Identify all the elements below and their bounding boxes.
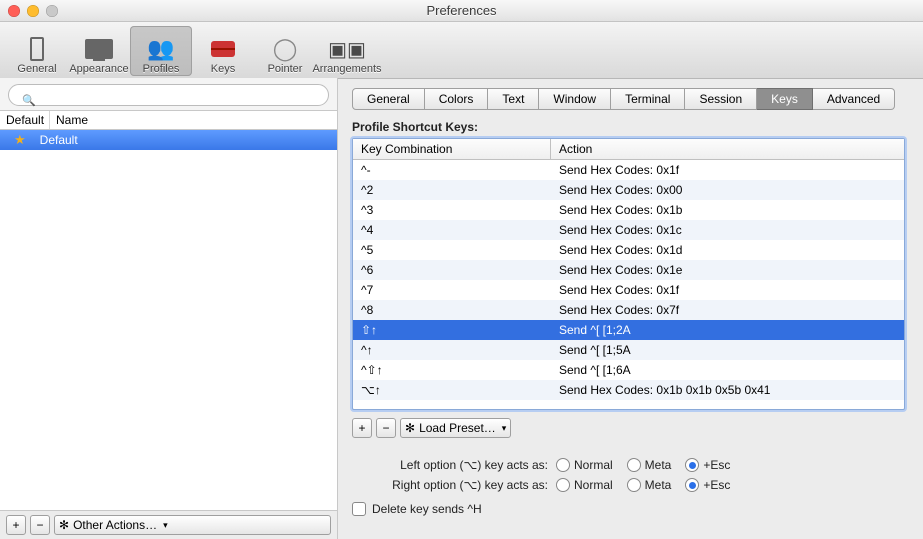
right-option-meta[interactable]: Meta <box>627 478 672 492</box>
col-key-combo[interactable]: Key Combination <box>353 139 551 159</box>
table-row[interactable]: ^4Send Hex Codes: 0x1c <box>353 220 904 240</box>
profile-list-header: Default Name <box>0 110 337 130</box>
cell-key: ⇧↑ <box>353 323 551 337</box>
tab-general[interactable]: General <box>352 88 425 110</box>
table-row[interactable]: ^8Send Hex Codes: 0x7f <box>353 300 904 320</box>
other-actions-menu[interactable]: ✻ Other Actions… ▾ <box>54 515 331 535</box>
tab-colors[interactable]: Colors <box>425 88 489 110</box>
cell-action: Send Hex Codes: 0x1d <box>551 243 904 257</box>
cell-action: Send Hex Codes: 0x1b 0x1b 0x5b 0x41 <box>551 383 904 397</box>
left-option-normal[interactable]: Normal <box>556 458 613 472</box>
table-row[interactable]: ^5Send Hex Codes: 0x1d <box>353 240 904 260</box>
table-row[interactable]: ^-Send Hex Codes: 0x1f <box>353 160 904 180</box>
cell-key: ^4 <box>353 223 551 237</box>
table-row[interactable]: ⌥↑Send Hex Codes: 0x1b 0x1b 0x5b 0x41 <box>353 380 904 400</box>
right-option-radios: Normal Meta +Esc <box>556 478 730 492</box>
cell-key: ^7 <box>353 283 551 297</box>
toolbar-label: General <box>17 63 56 75</box>
keys-icon <box>207 35 239 63</box>
table-row[interactable]: ^↑Send ^[ [1;5A <box>353 340 904 360</box>
cell-key: ^⇧↑ <box>353 363 551 377</box>
left-option-label: Left option (⌥) key acts as: <box>352 458 556 472</box>
tab-window[interactable]: Window <box>539 88 611 110</box>
cell-key: ^6 <box>353 263 551 277</box>
right-option-esc[interactable]: +Esc <box>685 478 730 492</box>
profile-row[interactable]: ★ Default <box>0 130 337 150</box>
toolbar-label: Keys <box>211 63 235 75</box>
cell-action: Send ^[ [1;5A <box>551 343 904 357</box>
toolbar-label: Arrangements <box>312 63 381 75</box>
tab-terminal[interactable]: Terminal <box>611 88 685 110</box>
add-profile-button[interactable]: + <box>6 515 26 535</box>
toolbar-label: Appearance <box>69 63 128 75</box>
toolbar-appearance[interactable]: Appearance <box>68 26 130 76</box>
add-shortcut-button[interactable]: + <box>352 418 372 438</box>
table-row[interactable]: ^3Send Hex Codes: 0x1b <box>353 200 904 220</box>
cell-key: ^2 <box>353 183 551 197</box>
left-option-meta[interactable]: Meta <box>627 458 672 472</box>
load-preset-label: Load Preset… <box>419 421 496 435</box>
right-option-normal[interactable]: Normal <box>556 478 613 492</box>
tab-text[interactable]: Text <box>488 88 539 110</box>
table-row[interactable]: ^6Send Hex Codes: 0x1e <box>353 260 904 280</box>
cell-action: Send Hex Codes: 0x1f <box>551 283 904 297</box>
cell-action: Send Hex Codes: 0x7f <box>551 303 904 317</box>
profiles-icon: 👥 <box>145 35 177 63</box>
delete-sends-checkbox[interactable] <box>352 502 366 516</box>
gear-icon: ✻ <box>59 518 69 532</box>
toolbar-general[interactable]: General <box>6 26 68 76</box>
tab-advanced[interactable]: Advanced <box>813 88 895 110</box>
toolbar-pointer[interactable]: ◯Pointer <box>254 26 316 76</box>
remove-profile-button[interactable]: − <box>30 515 50 535</box>
profile-name: Default <box>40 133 78 147</box>
toolbar-label: Pointer <box>268 63 303 75</box>
toolbar-arrangements[interactable]: ▣▣Arrangements <box>316 26 378 76</box>
profile-list: ★ Default <box>0 130 337 510</box>
cell-action: Send Hex Codes: 0x1b <box>551 203 904 217</box>
cell-action: Send Hex Codes: 0x1e <box>551 263 904 277</box>
gear-icon: ✻ <box>405 421 415 435</box>
pointer-icon: ◯ <box>269 35 301 63</box>
col-action[interactable]: Action <box>551 139 904 159</box>
other-actions-label: Other Actions… <box>73 518 157 532</box>
search-input[interactable] <box>8 84 329 106</box>
table-row[interactable]: ^2Send Hex Codes: 0x00 <box>353 180 904 200</box>
col-name: Name <box>50 111 337 129</box>
table-row[interactable]: ^7Send Hex Codes: 0x1f <box>353 280 904 300</box>
cell-key: ^8 <box>353 303 551 317</box>
window-title: Preferences <box>0 3 923 18</box>
load-preset-menu[interactable]: ✻ Load Preset… ▾ <box>400 418 511 438</box>
cell-action: Send Hex Codes: 0x1f <box>551 163 904 177</box>
cell-key: ^- <box>353 163 551 177</box>
cell-action: Send Hex Codes: 0x1c <box>551 223 904 237</box>
cell-action: Send ^[ [1;6A <box>551 363 904 377</box>
general-icon <box>21 35 53 63</box>
toolbar-keys[interactable]: Keys <box>192 26 254 76</box>
cell-action: Send Hex Codes: 0x00 <box>551 183 904 197</box>
chevron-down-icon: ▾ <box>163 520 168 531</box>
cell-key: ⌥↑ <box>353 383 551 397</box>
tab-session[interactable]: Session <box>685 88 757 110</box>
left-option-radios: Normal Meta +Esc <box>556 458 730 472</box>
cell-key: ^3 <box>353 203 551 217</box>
arrangements-icon: ▣▣ <box>331 35 363 63</box>
star-icon: ★ <box>14 132 26 148</box>
toolbar-profiles[interactable]: 👥Profiles <box>130 26 192 76</box>
table-row[interactable]: ⇧↑Send ^[ [1;2A <box>353 320 904 340</box>
chevron-down-icon: ▾ <box>502 423 507 434</box>
tab-keys[interactable]: Keys <box>757 88 813 110</box>
cell-key: ^↑ <box>353 343 551 357</box>
section-title: Profile Shortcut Keys: <box>352 120 905 134</box>
cell-action: Send ^[ [1;2A <box>551 323 904 337</box>
right-option-label: Right option (⌥) key acts as: <box>352 478 556 492</box>
remove-shortcut-button[interactable]: − <box>376 418 396 438</box>
delete-sends-label: Delete key sends ^H <box>372 502 482 516</box>
appearance-icon <box>83 35 115 63</box>
toolbar-label: Profiles <box>143 63 180 75</box>
table-row[interactable]: ^⇧↑Send ^[ [1;6A <box>353 360 904 380</box>
shortcut-table: Key Combination Action ^-Send Hex Codes:… <box>352 138 905 410</box>
col-default: Default <box>0 111 50 129</box>
cell-key: ^5 <box>353 243 551 257</box>
left-option-esc[interactable]: +Esc <box>685 458 730 472</box>
